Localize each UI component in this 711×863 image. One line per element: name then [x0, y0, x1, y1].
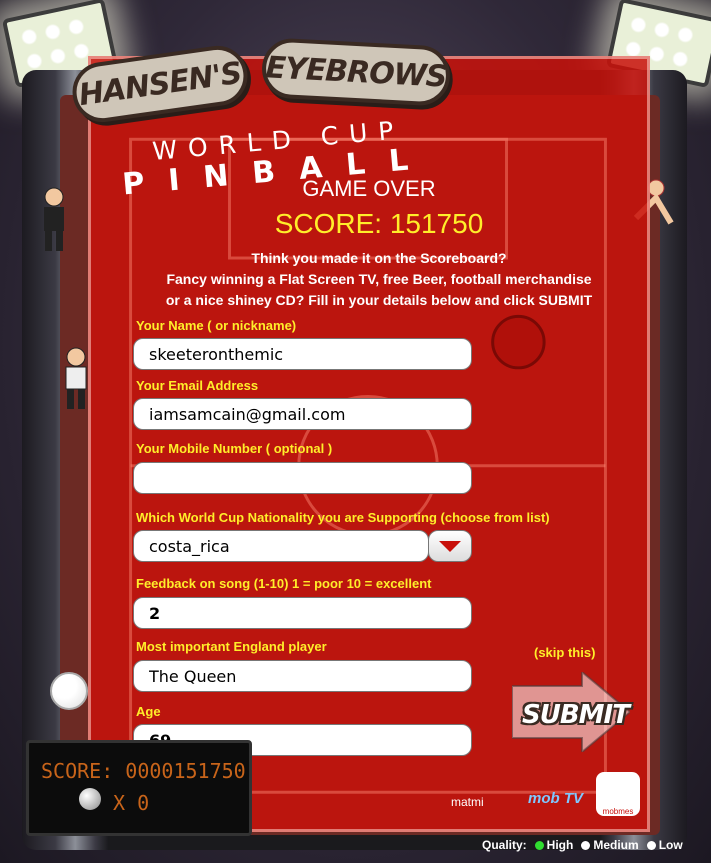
quality-low-label: Low	[658, 838, 683, 852]
quality-label: Quality:	[482, 838, 527, 852]
mobile-label: Your Mobile Number ( optional )	[136, 441, 333, 456]
player-figure-left	[44, 187, 64, 251]
game-over-title: GAME OVER	[302, 176, 436, 201]
quality-option-low[interactable]: Low	[646, 838, 683, 852]
player-label: Most important England player	[136, 639, 327, 654]
email-input[interactable]	[133, 398, 472, 430]
intro-text: Think you made it on the Scoreboard? Fan…	[88, 248, 670, 311]
quality-selector: Quality: High Medium Low	[482, 838, 683, 852]
nationality-label: Which World Cup Nationality you are Supp…	[136, 510, 550, 525]
quality-medium-label: Medium	[593, 838, 639, 852]
feedback-label: Feedback on song (1-10) 1 = poor 10 = ex…	[136, 576, 432, 591]
logo-name-line2: EYEBROWS	[260, 37, 452, 107]
quality-option-medium[interactable]: Medium	[581, 838, 639, 852]
name-input[interactable]	[133, 338, 472, 370]
radio-icon	[581, 840, 591, 850]
skip-link[interactable]: (skip this)	[534, 645, 595, 660]
nationality-select[interactable]	[133, 530, 429, 562]
intro-line-3: or a nice shiney CD? Fill in your detail…	[165, 292, 593, 308]
feedback-input[interactable]	[133, 597, 472, 629]
submit-label: SUBMIT	[522, 700, 630, 730]
game-logo: HANSEN'S EYEBROWS WORLD CUP PINBALL	[66, 37, 456, 202]
quality-high-label: High	[546, 838, 574, 852]
led-scoreboard: SCORE: 0000151750 X 0	[26, 740, 252, 836]
name-label: Your Name ( or nickname)	[136, 318, 297, 333]
football-icon	[50, 672, 88, 710]
player-input[interactable]	[133, 660, 472, 692]
radio-selected-icon	[534, 840, 544, 850]
age-label: Age	[136, 704, 161, 719]
final-score: SCORE: 151750	[274, 208, 484, 239]
ball-icon	[79, 788, 101, 810]
mobile-input[interactable]	[133, 462, 472, 494]
quality-option-high[interactable]: High	[534, 838, 574, 852]
email-label: Your Email Address	[136, 378, 259, 393]
mobmes-logo[interactable]: mobmes	[596, 772, 640, 816]
scoreboard-score: SCORE: 0000151750	[41, 759, 246, 783]
intro-line-1: Think you made it on the Scoreboard?	[251, 250, 507, 266]
chevron-down-icon	[439, 540, 461, 552]
nationality-dropdown-button[interactable]	[428, 530, 472, 562]
intro-line-2: Fancy winning a Flat Screen TV, free Bee…	[166, 271, 592, 287]
mobtv-logo[interactable]: mob TV	[528, 790, 583, 807]
radio-icon	[646, 840, 656, 850]
scoreboard-balls: X 0	[113, 791, 150, 815]
matmi-logo[interactable]: matmi	[451, 795, 484, 809]
logo-name-line1: HANSEN'S	[68, 42, 252, 126]
